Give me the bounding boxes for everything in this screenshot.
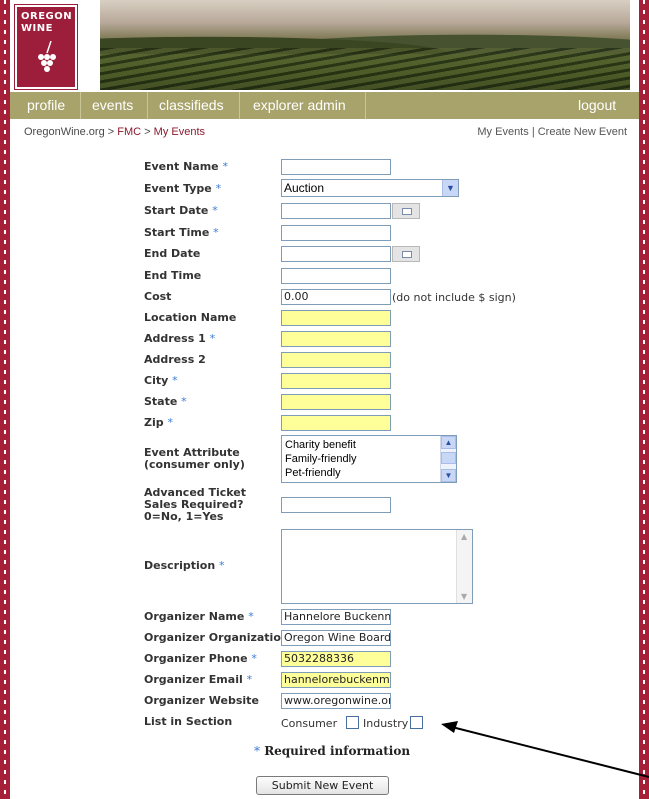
- annotation-arrow: [441, 721, 649, 778]
